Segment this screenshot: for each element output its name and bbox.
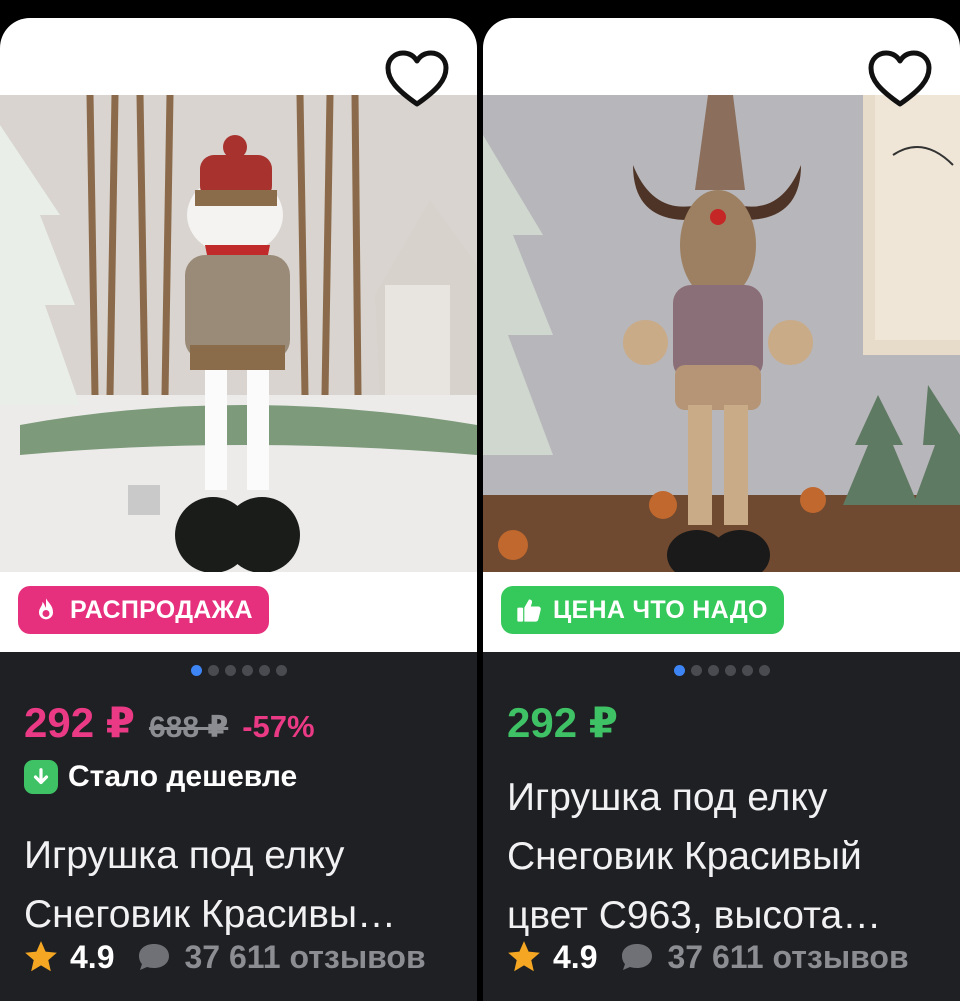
- old-price: 688 ₽: [148, 711, 229, 744]
- pagination-dot[interactable]: [258, 665, 270, 676]
- product-photo-snowman[interactable]: [0, 95, 477, 572]
- pagination-dot[interactable]: [690, 665, 702, 676]
- rating-value: 4.9: [70, 938, 115, 975]
- reviews-count[interactable]: 37 611 отзывов: [667, 939, 908, 976]
- pagination-dot[interactable]: [741, 665, 753, 676]
- star-icon: [508, 941, 540, 972]
- product-title-line: цвет C963, высота…: [507, 894, 882, 937]
- pagination-dot[interactable]: [224, 665, 236, 676]
- favorite-button[interactable]: [383, 48, 451, 110]
- pagination-dot[interactable]: [673, 665, 685, 676]
- product-grid: РАСПРОДАЖА 292 ₽ 688 ₽ -57% Стало дешевл…: [0, 0, 960, 1001]
- arrow-down-icon: [24, 760, 58, 794]
- product-title-line: Игрушка под елку: [24, 834, 345, 877]
- product-card[interactable]: ЦЕНА ЧТО НАДО 292 ₽ Игрушка под елку Сне…: [483, 18, 960, 1001]
- product-title-line: Снеговик Красивый: [507, 835, 862, 878]
- product-title-line: Игрушка под елку: [507, 776, 828, 819]
- image-pagination: [0, 665, 477, 676]
- chat-bubble-icon: [622, 944, 653, 970]
- pagination-dot[interactable]: [241, 665, 253, 676]
- image-pagination: [483, 665, 960, 676]
- rating-row: 4.9 37 611 отзывов: [505, 938, 909, 976]
- price-drop-text: Стало дешевле: [68, 760, 298, 793]
- pagination-dot[interactable]: [207, 665, 219, 676]
- current-price: 292 ₽: [24, 699, 135, 746]
- star-icon: [25, 941, 57, 972]
- pagination-dot[interactable]: [190, 665, 202, 676]
- chat-bubble-icon: [139, 944, 170, 970]
- sale-badge-label: РАСПРОДАЖА: [70, 595, 253, 624]
- price-drop-label: Стало дешевле: [24, 760, 297, 794]
- thumbs-up-icon: [515, 596, 543, 624]
- price-row: 292 ₽: [507, 698, 618, 747]
- product-title[interactable]: Игрушка под елку Снеговик Красивы…: [24, 826, 454, 944]
- product-title-line: Снеговик Красивы…: [24, 893, 396, 936]
- pagination-dot[interactable]: [724, 665, 736, 676]
- rating-value: 4.9: [553, 938, 598, 975]
- favorite-button[interactable]: [866, 48, 934, 110]
- product-card[interactable]: РАСПРОДАЖА 292 ₽ 688 ₽ -57% Стало дешевл…: [0, 18, 477, 1001]
- sale-badge: РАСПРОДАЖА: [18, 586, 269, 634]
- rating-row: 4.9 37 611 отзывов: [22, 938, 426, 976]
- pagination-dot[interactable]: [275, 665, 287, 676]
- deal-badge: ЦЕНА ЧТО НАДО: [501, 586, 784, 634]
- pagination-dot[interactable]: [707, 665, 719, 676]
- reviews-count[interactable]: 37 611 отзывов: [184, 939, 425, 976]
- fire-icon: [32, 596, 60, 624]
- heart-outline-icon: [385, 50, 449, 107]
- product-title[interactable]: Игрушка под елку Снеговик Красивый цвет …: [507, 768, 937, 945]
- price-row: 292 ₽ 688 ₽ -57%: [24, 698, 315, 747]
- current-price: 292 ₽: [507, 699, 618, 746]
- pagination-dot[interactable]: [758, 665, 770, 676]
- discount-percent: -57%: [242, 709, 315, 744]
- heart-outline-icon: [868, 50, 932, 107]
- product-photo-reindeer[interactable]: [483, 95, 960, 572]
- deal-badge-label: ЦЕНА ЧТО НАДО: [553, 595, 768, 624]
